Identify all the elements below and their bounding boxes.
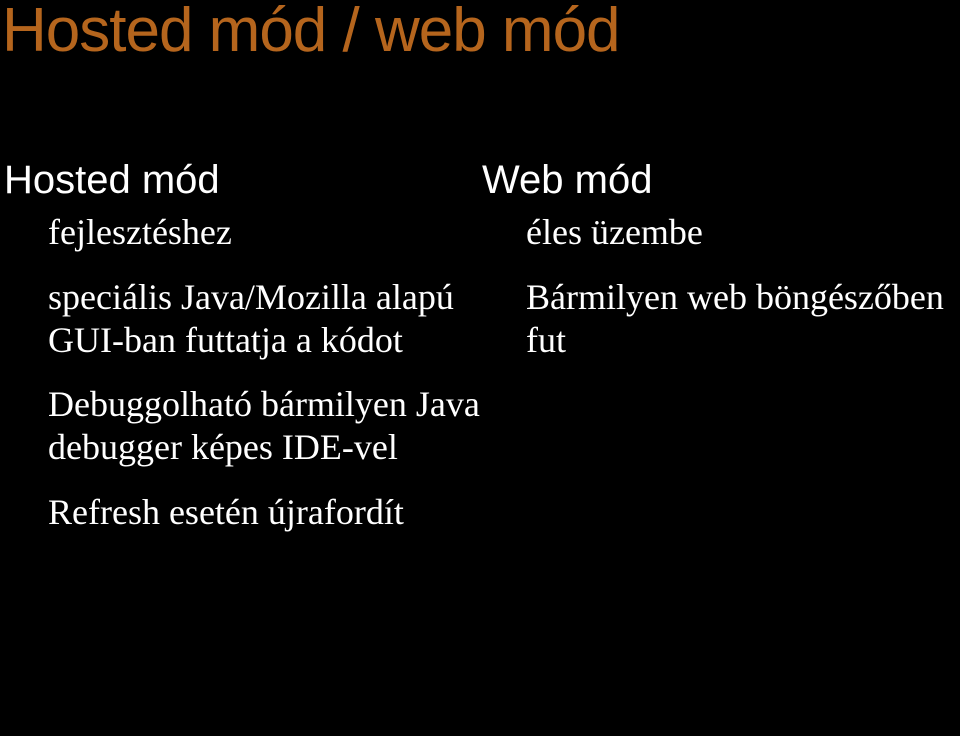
slide: Hosted mód / web mód Hosted mód fejleszt… (0, 0, 960, 736)
right-column: Web mód éles üzembe Bármilyen web böngés… (482, 157, 960, 556)
list-item: Bármilyen web böngészőben fut (482, 276, 960, 362)
slide-content: Hosted mód fejlesztéshez speciális Java/… (0, 157, 960, 556)
slide-title: Hosted mód / web mód (0, 0, 960, 62)
left-column-heading: Hosted mód (4, 157, 482, 203)
right-column-heading: Web mód (482, 157, 960, 203)
list-item: éles üzembe (482, 211, 960, 254)
left-column: Hosted mód fejlesztéshez speciális Java/… (4, 157, 482, 556)
list-item: fejlesztéshez (4, 211, 482, 254)
list-item: speciális Java/Mozilla alapú GUI-ban fut… (4, 276, 482, 362)
list-item: Debuggolható bármilyen Java debugger kép… (4, 383, 482, 469)
list-item: Refresh esetén újrafordít (4, 491, 482, 534)
